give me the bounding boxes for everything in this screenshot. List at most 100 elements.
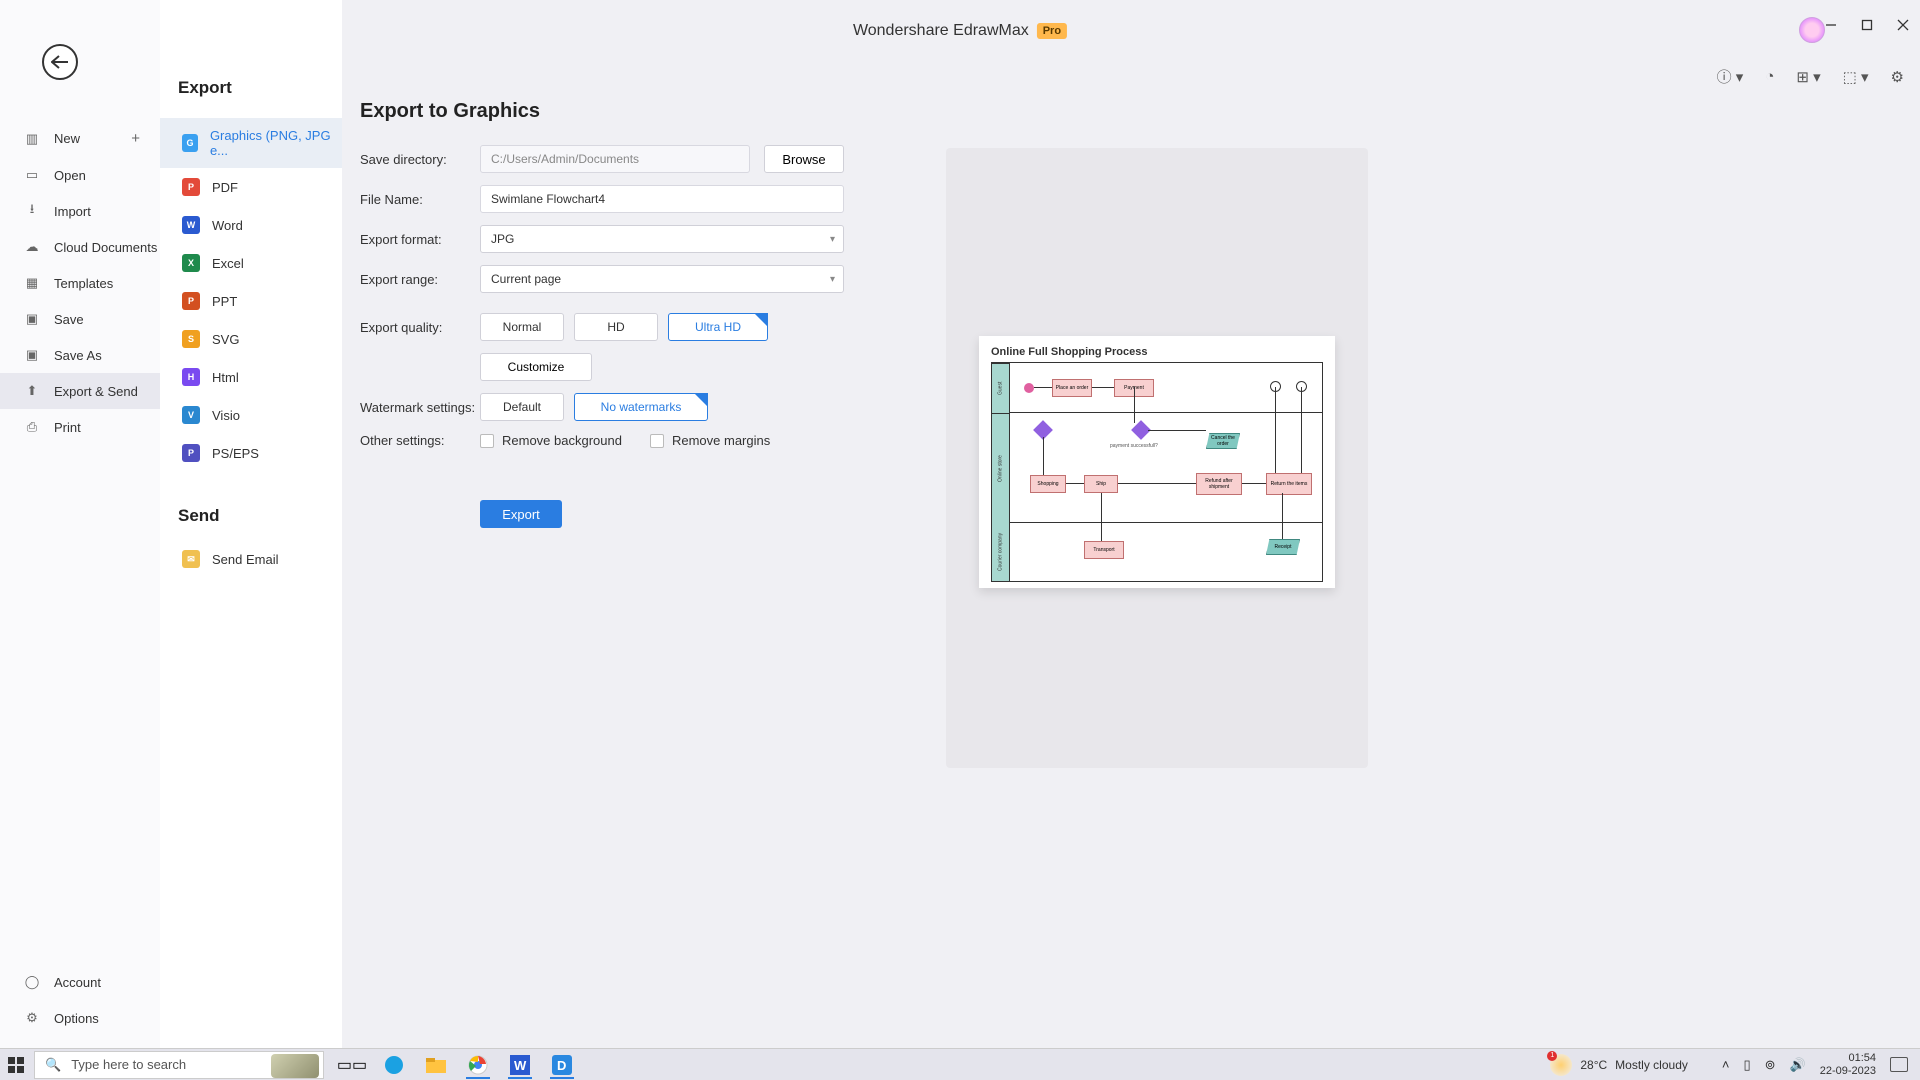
- tray-volume-icon[interactable]: 🔊: [1790, 1057, 1806, 1073]
- nav-cloud-documents[interactable]: ☁ Cloud Documents: [0, 229, 160, 265]
- nav-new[interactable]: ▥ New +: [0, 120, 160, 157]
- taskbar-search[interactable]: 🔍 Type here to search: [34, 1051, 324, 1079]
- word-icon: W: [182, 216, 200, 234]
- save-directory-input[interactable]: [480, 145, 750, 173]
- nav-label: Save As: [54, 348, 102, 363]
- graphics-icon: G: [182, 134, 198, 152]
- bell-icon[interactable]: ◔: [1765, 68, 1774, 85]
- label-other: Other settings:: [360, 433, 480, 448]
- app-edrawmax[interactable]: D: [548, 1051, 576, 1079]
- templates-icon: ▦: [24, 275, 40, 291]
- nav-templates[interactable]: ▦ Templates: [0, 265, 160, 301]
- select-value: Current page: [491, 272, 561, 286]
- notifications-button[interactable]: [1890, 1057, 1908, 1072]
- node-start: [1024, 383, 1034, 393]
- quality-ultra-hd[interactable]: Ultra HD: [668, 313, 768, 341]
- nav-account[interactable]: ◯ Account: [0, 964, 160, 1000]
- ps-icon: P: [182, 444, 200, 462]
- pro-badge: Pro: [1037, 23, 1067, 39]
- preview-panel: Online Full Shopping Process Guest Onlin…: [946, 148, 1368, 768]
- app-title: Wondershare EdrawMax Pro: [853, 22, 1067, 40]
- export-range-select[interactable]: Current page ▾: [480, 265, 844, 293]
- maximize-icon[interactable]: [1860, 18, 1874, 32]
- open-icon: ▭: [24, 167, 40, 183]
- email-icon: ✉: [182, 550, 200, 568]
- node-box: Ship: [1084, 475, 1118, 493]
- watermark-none[interactable]: No watermarks: [574, 393, 708, 421]
- app-edge[interactable]: [380, 1051, 408, 1079]
- app-chrome[interactable]: [464, 1051, 492, 1079]
- fmt-svg[interactable]: S SVG: [160, 320, 342, 358]
- quality-hd[interactable]: HD: [574, 313, 658, 341]
- fmt-excel[interactable]: X Excel: [160, 244, 342, 282]
- apps-icon[interactable]: ⊞ ▾: [1796, 68, 1820, 86]
- browse-button[interactable]: Browse: [764, 145, 844, 173]
- tray-wifi-icon[interactable]: ⊚: [1765, 1057, 1776, 1073]
- app-word[interactable]: W: [506, 1051, 534, 1079]
- nav-save-as[interactable]: ▣ Save As: [0, 337, 160, 373]
- label-format: Export format:: [360, 232, 480, 247]
- quality-normal[interactable]: Normal: [480, 313, 564, 341]
- plus-icon[interactable]: +: [131, 130, 140, 147]
- nav-label: Options: [54, 1011, 99, 1026]
- import-icon: ⭳: [24, 203, 40, 219]
- checkbox-label: Remove margins: [672, 433, 770, 448]
- start-button[interactable]: [4, 1053, 28, 1077]
- fmt-label: PPT: [212, 294, 237, 309]
- nav-export-send[interactable]: ⬆ Export & Send: [0, 373, 160, 409]
- label-file-name: File Name:: [360, 192, 480, 207]
- fmt-html[interactable]: H Html: [160, 358, 342, 396]
- taskview-button[interactable]: ▭▭: [338, 1051, 366, 1079]
- fmt-label: SVG: [212, 332, 239, 347]
- nav-print[interactable]: ⎙ Print: [0, 409, 160, 445]
- search-icon: 🔍: [45, 1057, 61, 1073]
- nav-label: Account: [54, 975, 101, 990]
- checkbox-icon: [650, 434, 664, 448]
- tray-meet-icon[interactable]: ▯: [1743, 1057, 1750, 1073]
- export-format-select[interactable]: JPG ▾: [480, 225, 844, 253]
- file-name-input[interactable]: [480, 185, 844, 213]
- settings-icon[interactable]: ⚙: [1891, 68, 1904, 86]
- watermark-default[interactable]: Default: [480, 393, 564, 421]
- cloud-icon: ☁: [24, 239, 40, 255]
- help-icon[interactable]: ⓘ ▾: [1717, 66, 1744, 87]
- nav-open[interactable]: ▭ Open: [0, 157, 160, 193]
- fmt-label: PDF: [212, 180, 238, 195]
- clock[interactable]: 01:54 22-09-2023: [1820, 1052, 1876, 1078]
- minimize-icon[interactable]: [1824, 18, 1838, 32]
- fmt-label: Graphics (PNG, JPG e...: [210, 128, 336, 158]
- fmt-ppt[interactable]: P PPT: [160, 282, 342, 320]
- cart-icon[interactable]: ⬚ ▾: [1843, 68, 1869, 86]
- nav-label: Cloud Documents: [54, 240, 157, 255]
- send-heading: Send: [178, 506, 342, 526]
- fmt-pdf[interactable]: P PDF: [160, 168, 342, 206]
- clock-date: 22-09-2023: [1820, 1065, 1876, 1078]
- back-button[interactable]: [42, 44, 78, 80]
- label-quality: Export quality:: [360, 320, 480, 335]
- fmt-visio[interactable]: V Visio: [160, 396, 342, 434]
- app-explorer[interactable]: [422, 1051, 450, 1079]
- customize-button[interactable]: Customize: [480, 353, 592, 381]
- select-value: JPG: [491, 232, 514, 246]
- checkbox-remove-background[interactable]: Remove background: [480, 433, 622, 448]
- close-icon[interactable]: [1896, 18, 1910, 32]
- checkbox-remove-margins[interactable]: Remove margins: [650, 433, 770, 448]
- fmt-pseps[interactable]: P PS/EPS: [160, 434, 342, 472]
- search-placeholder: Type here to search: [71, 1057, 186, 1072]
- nav-options[interactable]: ⚙ Options: [0, 1000, 160, 1036]
- save-icon: ▣: [24, 311, 40, 327]
- nav-save[interactable]: ▣ Save: [0, 301, 160, 337]
- label-save-dir: Save directory:: [360, 152, 480, 167]
- send-email[interactable]: ✉ Send Email: [160, 540, 342, 578]
- export-button[interactable]: Export: [480, 500, 562, 528]
- fmt-graphics[interactable]: G Graphics (PNG, JPG e...: [160, 118, 342, 168]
- node-teal: Receipt: [1266, 539, 1300, 555]
- weather-widget[interactable]: 1 28°C Mostly cloudy: [1550, 1054, 1688, 1076]
- svg-text:D: D: [557, 1058, 566, 1073]
- tray-chevron-icon[interactable]: ˄: [1722, 1057, 1730, 1072]
- fmt-word[interactable]: W Word: [160, 206, 342, 244]
- avatar[interactable]: [1799, 17, 1825, 43]
- print-icon: ⎙: [24, 419, 40, 435]
- pdf-icon: P: [182, 178, 200, 196]
- nav-import[interactable]: ⭳ Import: [0, 193, 160, 229]
